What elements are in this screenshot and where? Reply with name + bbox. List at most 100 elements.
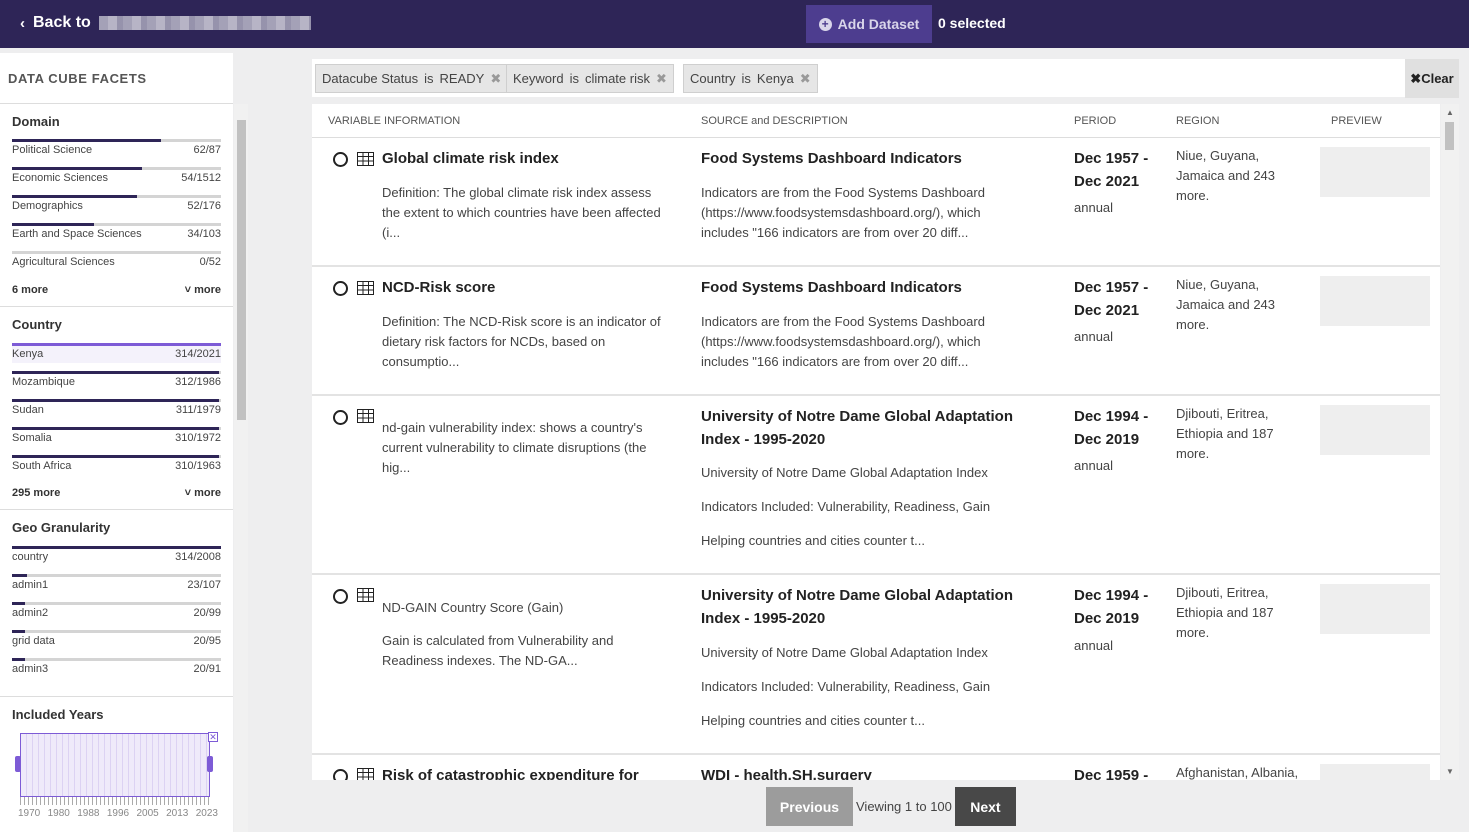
facet-geo-title: Geo Granularity xyxy=(12,520,111,535)
filter-chip-country[interactable]: Country is Kenya ✖ xyxy=(683,64,818,93)
preview-thumbnail[interactable] xyxy=(1320,584,1430,634)
variable-description: Definition: The NCD-Risk score is an ind… xyxy=(382,314,661,369)
facet-geo-row[interactable]: admin2 20/99 xyxy=(12,602,221,622)
filter-chip-keyword[interactable]: Keyword is climate risk ✖ xyxy=(506,64,674,93)
facet-geo-granularity: Geo Granularity country 314/2008 admin1 23… xyxy=(0,510,233,697)
pagination: Previous Viewing 1 to 100 Next xyxy=(766,787,1016,826)
chevron-down-icon: ˅ xyxy=(184,487,192,499)
table-row[interactable]: NCD-Risk score Definition: The NCD-Risk … xyxy=(312,267,1440,396)
facet-geo-row[interactable]: country 314/2008 xyxy=(12,546,221,566)
table-icon xyxy=(357,409,374,423)
row-select-radio[interactable] xyxy=(333,410,348,425)
source-description: Indicators are from the Food Systems Das… xyxy=(701,314,985,369)
facets-header: DATA CUBE FACETS xyxy=(0,53,233,104)
table-icon xyxy=(357,152,374,166)
variable-title[interactable]: NCD-Risk score xyxy=(382,279,682,296)
back-label: Back to xyxy=(33,14,91,31)
years-range-end-handle[interactable] xyxy=(207,756,213,772)
sidebar-scrollbar[interactable] xyxy=(234,104,248,832)
show-more-toggle[interactable]: ˅ more xyxy=(185,487,221,499)
variable-description: nd-gain vulnerability index: shows a cou… xyxy=(382,420,647,475)
preview-thumbnail[interactable] xyxy=(1320,147,1430,197)
more-count: 6 more xyxy=(12,284,49,296)
facet-bar xyxy=(12,223,94,226)
table-row[interactable]: Risk of catastrophic expenditure for WDI… xyxy=(312,755,1440,780)
facet-country-row[interactable]: Mozambique 312/1986 xyxy=(12,371,221,391)
variable-title[interactable]: Global climate risk index xyxy=(382,150,682,167)
source-description: University of Notre Dame Global Adaptati… xyxy=(701,645,988,660)
facets-title: DATA CUBE FACETS xyxy=(8,71,147,86)
preview-thumbnail[interactable] xyxy=(1320,276,1430,326)
variable-description: Gain is calculated from Vulnerability an… xyxy=(382,633,614,668)
region-list: Niue, Guyana, Jamaica and 243 more. xyxy=(1176,277,1276,332)
period-frequency: annual xyxy=(1074,200,1114,215)
source-title: WDI - health.SH.surgery xyxy=(701,767,872,780)
table-row[interactable]: ND-GAIN Country Score (Gain) Gain is cal… xyxy=(312,575,1440,755)
table-row[interactable]: Global climate risk index Definition: Th… xyxy=(312,138,1440,267)
facet-domain-more: 6 more ˅ more xyxy=(12,284,221,296)
add-dataset-button[interactable]: + Add Dataset xyxy=(806,5,932,43)
filter-chip-status[interactable]: Datacube Status is READY ✖ xyxy=(315,64,509,93)
facet-bar xyxy=(12,574,28,577)
facet-years-title: Included Years xyxy=(12,707,104,722)
facet-bar xyxy=(12,455,219,458)
next-page-button[interactable]: Next xyxy=(954,787,1016,826)
facet-bar xyxy=(12,546,221,549)
facet-domain: Domain Political Science 62/87 Economic S… xyxy=(0,104,233,307)
remove-filter-icon[interactable]: ✖ xyxy=(800,71,811,87)
row-select-radio[interactable] xyxy=(333,281,348,296)
col-region: REGION xyxy=(1176,115,1220,127)
region-list: Djibouti, Eritrea, Ethiopia and 187 more… xyxy=(1176,406,1274,461)
table-scroll-thumb[interactable] xyxy=(1445,122,1454,150)
remove-filter-icon[interactable]: ✖ xyxy=(490,71,501,87)
source-title: University of Notre Dame Global Adaptati… xyxy=(701,408,1013,448)
years-clear-icon[interactable]: ✕ xyxy=(208,732,218,742)
clear-filters-button[interactable]: ✖ Clear xyxy=(1405,59,1459,98)
facet-bar xyxy=(12,427,219,430)
source-description: Indicators Included: Vulnerability, Read… xyxy=(701,679,991,694)
facet-country: Country Kenya 314/2021 Mozambique 312/1986… xyxy=(0,307,233,510)
table-row[interactable]: nd-gain vulnerability index: shows a cou… xyxy=(312,396,1440,575)
source-description: Helping countries and cities counter t..… xyxy=(701,713,926,728)
facet-geo-row[interactable]: admin1 23/107 xyxy=(12,574,221,594)
preview-thumbnail[interactable] xyxy=(1320,405,1430,455)
viewing-range: Viewing 1 to 100 xyxy=(856,799,952,814)
facet-country-row[interactable]: Sudan 311/1979 xyxy=(12,399,221,419)
facet-bar xyxy=(12,167,142,170)
source-title: Food Systems Dashboard Indicators xyxy=(701,279,962,296)
selected-count: 0 selected xyxy=(938,15,1006,31)
facet-bar xyxy=(12,139,162,142)
facet-geo-row[interactable]: admin3 20/91 xyxy=(12,658,221,678)
plus-circle-icon: + xyxy=(818,17,832,31)
scroll-up-icon[interactable]: ▲ xyxy=(1446,108,1454,117)
remove-filter-icon[interactable]: ✖ xyxy=(656,71,667,87)
facet-country-row[interactable]: Kenya 314/2021 xyxy=(12,343,221,363)
sidebar-scroll-thumb[interactable] xyxy=(237,120,246,420)
years-histogram[interactable] xyxy=(20,733,210,797)
show-more-toggle[interactable]: ˅ more xyxy=(185,284,221,296)
facet-geo-row[interactable]: grid data 20/95 xyxy=(12,630,221,650)
facet-bar xyxy=(12,343,221,346)
facet-domain-row[interactable]: Earth and Space Sciences 34/103 xyxy=(12,223,221,243)
previous-page-button[interactable]: Previous xyxy=(766,787,853,826)
row-select-radio[interactable] xyxy=(333,152,348,167)
region-list: Niue, Guyana, Jamaica and 243 more. xyxy=(1176,148,1276,203)
back-link[interactable]: ‹ Back to xyxy=(20,14,311,32)
variable-title[interactable]: Risk of catastrophic expenditure for xyxy=(382,767,682,780)
facet-domain-row[interactable]: Demographics 52/176 xyxy=(12,195,221,215)
facet-country-row[interactable]: South Africa 310/1963 xyxy=(12,455,221,475)
row-select-radio[interactable] xyxy=(333,769,348,780)
period-range: Dec 1959 - xyxy=(1074,767,1149,780)
table-scrollbar[interactable]: ▲ ▼ xyxy=(1441,104,1459,780)
col-variable-info: VARIABLE INFORMATION xyxy=(328,115,461,127)
scroll-down-icon[interactable]: ▼ xyxy=(1446,767,1454,776)
facet-domain-row[interactable]: Economic Sciences 54/1512 xyxy=(12,167,221,187)
years-range-start-handle[interactable] xyxy=(15,756,21,772)
row-select-radio[interactable] xyxy=(333,589,348,604)
facet-country-row[interactable]: Somalia 310/1972 xyxy=(12,427,221,447)
preview-thumbnail[interactable] xyxy=(1320,764,1430,780)
period-frequency: annual xyxy=(1074,638,1114,653)
facet-bar xyxy=(12,602,26,605)
facet-domain-row[interactable]: Agricultural Sciences 0/52 xyxy=(12,251,221,271)
facet-domain-row[interactable]: Political Science 62/87 xyxy=(12,139,221,159)
